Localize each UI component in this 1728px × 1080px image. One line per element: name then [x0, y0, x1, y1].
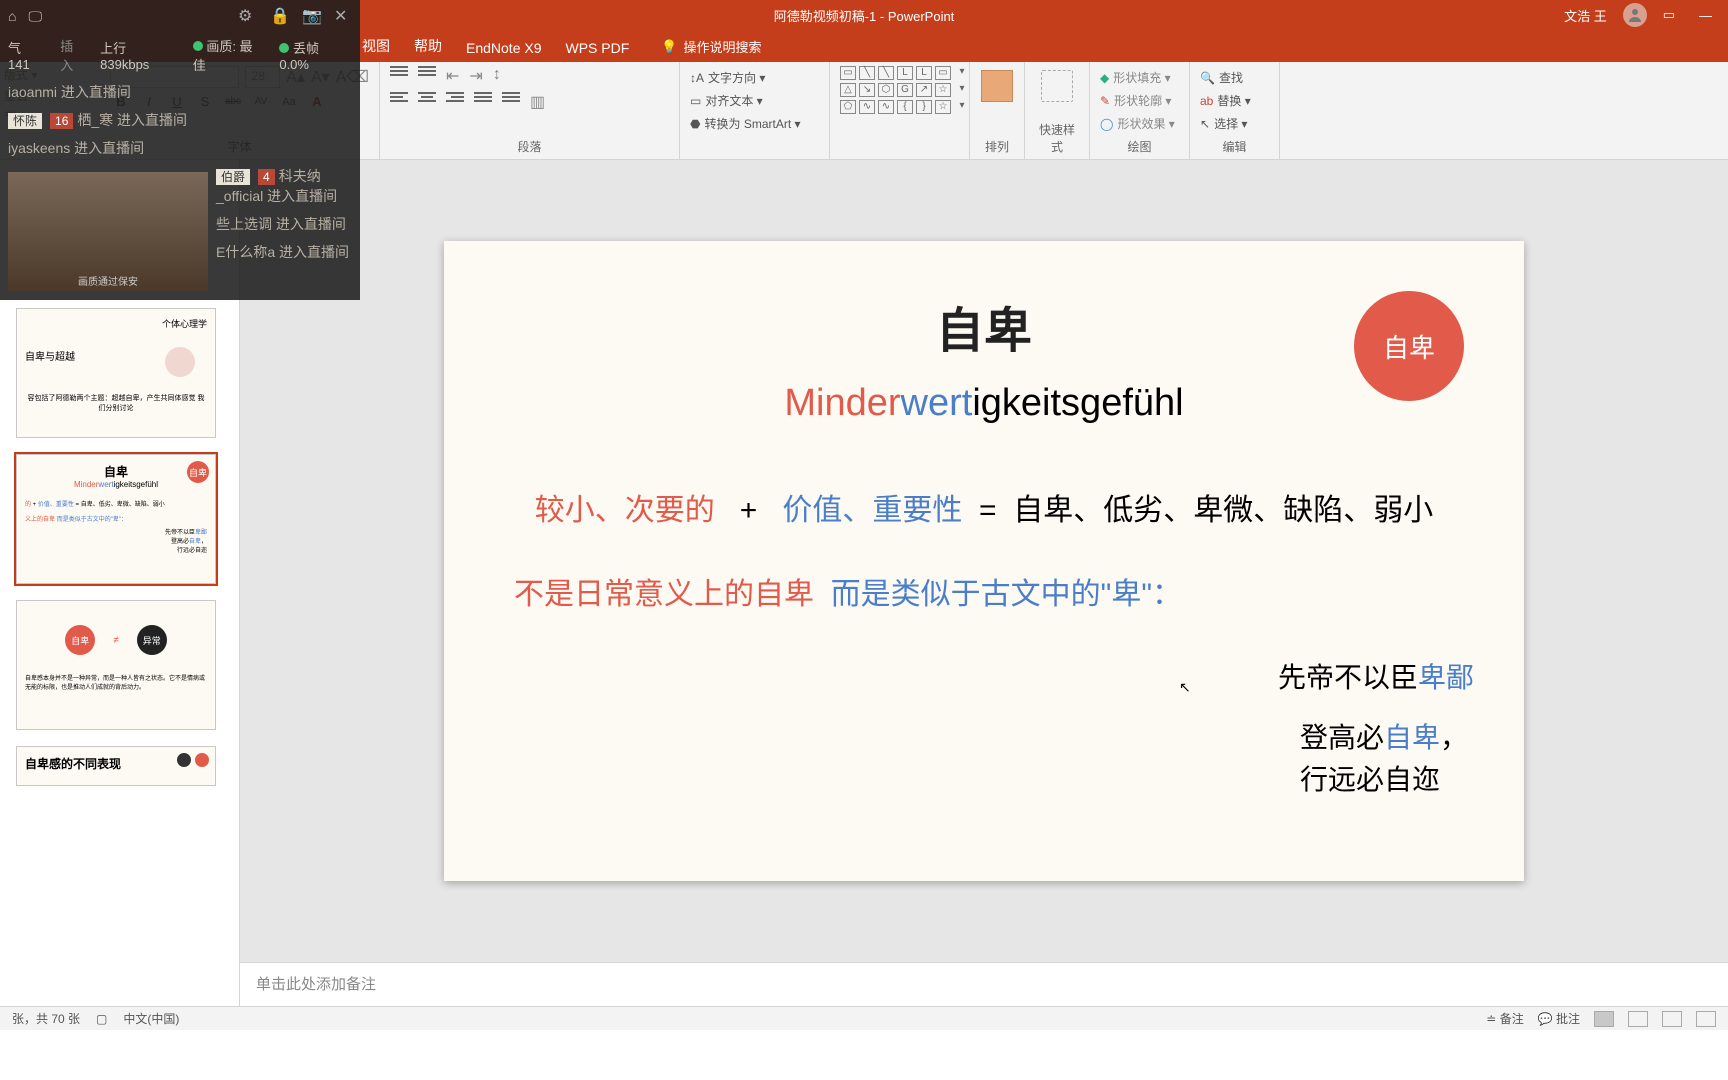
slide-line-1: 较小、次要的 + 价值、重要性 = 自卑、低劣、卑微、缺陷、弱小 — [484, 485, 1484, 529]
tab-wpspdf[interactable]: WPS PDF — [554, 34, 642, 62]
arrange-icon[interactable] — [981, 70, 1013, 102]
username[interactable]: 文浩 王 — [1564, 6, 1607, 25]
notes-toggle[interactable]: ≐ 备注 — [1486, 1010, 1523, 1027]
video-preview: 画质通过保安 — [8, 172, 208, 292]
distribute-icon[interactable] — [502, 92, 520, 106]
paragraph-group-label: 段落 — [390, 138, 669, 157]
ribbon-group-paragraph: ⇤ ⇥ ↕ ▥ 段落 — [380, 62, 680, 159]
window-title: 阿德勒视频初稿-1 - PowerPoint — [774, 6, 955, 25]
slide-subtitle: Minderwertigkeitsgefühl — [484, 381, 1484, 425]
slide-thumbnail[interactable]: 自卑 Minderwertigkeitsgefühl 自卑 的 + 价值、重要性… — [16, 454, 216, 584]
slide-title: 自卑 — [484, 291, 1484, 361]
find-button[interactable]: 🔍查找 — [1200, 66, 1269, 89]
slide-quotes: 先帝不以臣卑鄙 登高必自卑， 行远必自迩 — [1278, 657, 1474, 801]
align-text-button[interactable]: ▭对齐文本 ▾ — [690, 89, 819, 112]
fill-icon: ◆ — [1100, 71, 1109, 85]
chat-message: iaoanmi 进入直播间 — [8, 82, 352, 102]
comments-toggle[interactable]: 💬 批注 — [1538, 1010, 1580, 1027]
ribbon-group-shapefmt: ◆形状填充 ▾ ✎形状轮廓 ▾ ◯形状效果 ▾ 绘图 — [1090, 62, 1190, 159]
overlay-close-icon[interactable]: ✕ — [334, 6, 352, 24]
ribbon-group-edit: 🔍查找 ab替换 ▾ ↖选择 ▾ 编辑 — [1190, 62, 1280, 159]
shape-effects-button[interactable]: ◯形状效果 ▾ — [1100, 112, 1179, 135]
slide-line-2: 不是日常意义上的自卑 而是类似于古文中的"卑"： — [484, 569, 1484, 613]
arrange-label[interactable]: 排列 — [980, 138, 1014, 157]
shape-fill-button[interactable]: ◆形状填充 ▾ — [1100, 66, 1179, 89]
mouse-cursor-icon: ↖ — [1179, 679, 1191, 696]
shape-rect-icon[interactable]: ▭ — [840, 66, 856, 80]
chat-message: 怀陈16栖_寒 进入直播间 — [8, 110, 352, 130]
tell-me-search[interactable]: 💡 操作说明搜索 — [653, 31, 769, 62]
align-right-icon[interactable] — [446, 92, 464, 106]
chat-message: E什么称a 进入直播间 — [216, 242, 352, 262]
find-icon: 🔍 — [1200, 71, 1215, 85]
smartart-button[interactable]: ⬣转换为 SmartArt ▾ — [690, 112, 819, 135]
sorter-view-button[interactable] — [1628, 1011, 1648, 1027]
notes-placeholder: 单击此处添加备注 — [256, 976, 376, 993]
slide-thumbnail[interactable]: 自卑感的不同表现 — [16, 746, 216, 786]
language-indicator[interactable]: 中文(中国) — [123, 1010, 179, 1027]
slideshow-view-button[interactable] — [1696, 1011, 1716, 1027]
select-icon: ↖ — [1200, 117, 1210, 131]
indent-right-icon[interactable]: ⇥ — [469, 66, 482, 86]
smartart-icon: ⬣ — [690, 117, 700, 131]
slide-edit-area: 自卑 Minderwertigkeitsgefühl 自卑 较小、次要的 + 价… — [240, 160, 1728, 1006]
spellcheck-icon[interactable]: ▢ — [96, 1012, 107, 1026]
edit-group-label: 编辑 — [1200, 138, 1269, 157]
align-text-icon: ▭ — [690, 94, 701, 108]
ribbon-group-arrange: 排列 — [970, 62, 1025, 159]
streaming-overlay: ⚙ 🔒 📷 ✕ ⌂ 🖵 气 141 插入 上行 839kbps 画质: 最佳 丢… — [0, 0, 360, 300]
statusbar: 张，共 70 张 ▢ 中文(中国) ≐ 备注 💬 批注 — [0, 1006, 1728, 1030]
lightbulb-icon: 💡 — [661, 39, 677, 55]
ribbon-group-textfmt: ↕A文字方向 ▾ ▭对齐文本 ▾ ⬣转换为 SmartArt ▾ — [680, 62, 830, 159]
overlay-monitor-icon[interactable]: 🖵 — [28, 8, 42, 25]
circle-badge: 自卑 — [1354, 291, 1464, 401]
slide-thumbnail[interactable]: 自卑 ≠ 异常 自卑感本身并不是一种异常，而是一种人皆有之状态。它不是情病或无能… — [16, 600, 216, 730]
overlay-camera-icon[interactable]: 📷 — [302, 6, 320, 24]
ribbon-group-shapes: ▭╲╲LL▭▾ △↘⬡G↗☆▾ ⬠∿∿{}☆▾ — [830, 62, 970, 159]
indent-left-icon[interactable]: ⇤ — [446, 66, 459, 86]
outline-icon: ✎ — [1100, 94, 1110, 108]
align-center-icon[interactable] — [418, 92, 436, 106]
slide-canvas[interactable]: 自卑 Minderwertigkeitsgefühl 自卑 较小、次要的 + 价… — [444, 241, 1524, 881]
chat-message: 些上选调 进入直播间 — [216, 214, 352, 234]
overlay-home-icon[interactable]: ⌂ — [8, 8, 16, 25]
text-direction-icon: ↕A — [690, 71, 704, 85]
quickstyle-label[interactable]: 快速样式 — [1035, 121, 1079, 157]
reading-view-button[interactable] — [1662, 1011, 1682, 1027]
chat-message: 伯爵4科夫纳_official 进入直播间 — [216, 166, 352, 206]
overlay-lock-icon[interactable]: 🔒 — [270, 6, 288, 24]
stream-stats: 气 141 插入 上行 839kbps 画质: 最佳 丢帧 0.0% — [8, 36, 352, 74]
justify-icon[interactable] — [474, 92, 492, 106]
effects-icon: ◯ — [1100, 117, 1113, 131]
slide-thumbnail[interactable]: 个体心理学 自卑与超越 容包括了阿德勒两个主题：超越自卑，产生共同体感觉 我们分… — [16, 308, 216, 438]
shapes-gallery[interactable]: ▭╲╲LL▭▾ △↘⬡G↗☆▾ ⬠∿∿{}☆▾ — [840, 66, 959, 114]
chat-message: iyaskeens 进入直播间 — [8, 138, 352, 158]
text-direction-button[interactable]: ↕A文字方向 ▾ — [690, 66, 819, 89]
select-button[interactable]: ↖选择 ▾ — [1200, 112, 1269, 135]
minimize-button[interactable]: — — [1699, 8, 1712, 23]
notes-pane[interactable]: 单击此处添加备注 — [240, 962, 1728, 1006]
replace-button[interactable]: ab替换 ▾ — [1200, 89, 1269, 112]
quickstyle-icon[interactable] — [1041, 70, 1073, 102]
replace-icon: ab — [1200, 94, 1213, 108]
user-avatar-icon[interactable] — [1623, 3, 1647, 27]
bullets-icon[interactable] — [390, 66, 408, 80]
ribbon-display-icon[interactable]: ▭ — [1663, 7, 1675, 23]
normal-view-button[interactable] — [1594, 1011, 1614, 1027]
ribbon-group-quickstyle: 快速样式 — [1025, 62, 1090, 159]
shape-outline-button[interactable]: ✎形状轮廓 ▾ — [1100, 89, 1179, 112]
numbering-icon[interactable] — [418, 66, 436, 80]
tab-help[interactable]: 帮助 — [402, 30, 454, 62]
drawing-group-label: 绘图 — [1100, 138, 1179, 157]
tab-endnote[interactable]: EndNote X9 — [454, 34, 554, 62]
columns-icon[interactable]: ▥ — [530, 92, 545, 112]
line-spacing-icon[interactable]: ↕ — [493, 66, 501, 86]
overlay-settings-icon[interactable]: ⚙ — [238, 6, 256, 24]
align-left-icon[interactable] — [390, 92, 408, 106]
slide-count: 张，共 70 张 — [12, 1010, 80, 1027]
